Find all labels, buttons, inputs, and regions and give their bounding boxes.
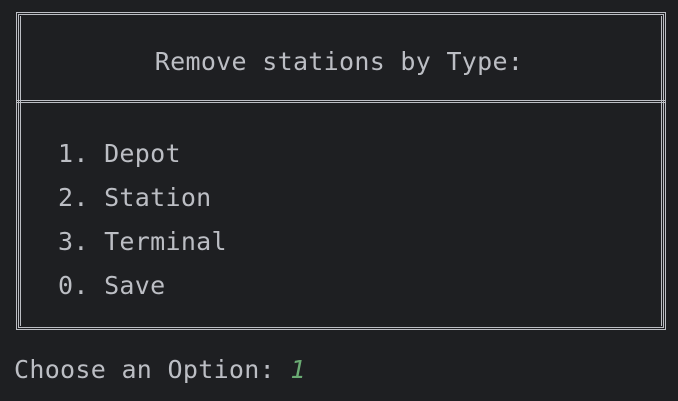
menu-option-label: Save [104,271,166,300]
menu-option-label: Station [104,183,212,212]
menu-option-station: 2. Station [58,176,227,220]
menu-option-number: 3. [58,227,89,256]
menu-option-depot: 1. Depot [58,132,227,176]
menu-header-divider [16,100,666,108]
menu-option-number: 1. [58,139,89,168]
menu-option-label: Terminal [104,227,227,256]
option-prompt[interactable]: Choose an Option: 1 [14,352,306,388]
menu-options-list: 1. Depot 2. Station 3. Terminal 0. Save [58,132,227,308]
menu-option-label: Depot [104,139,181,168]
menu-title: Remove stations by Type: [154,47,524,76]
menu-option-number: 2. [58,183,89,212]
menu-option-number: 0. [58,271,89,300]
prompt-input-value[interactable]: 1 [290,355,305,384]
menu-option-terminal: 3. Terminal [58,220,227,264]
menu-option-save: 0. Save [58,264,227,308]
prompt-label: Choose an Option: [14,355,291,384]
terminal-window: Remove stations by Type: 1. Depot 2. Sta… [0,0,678,401]
